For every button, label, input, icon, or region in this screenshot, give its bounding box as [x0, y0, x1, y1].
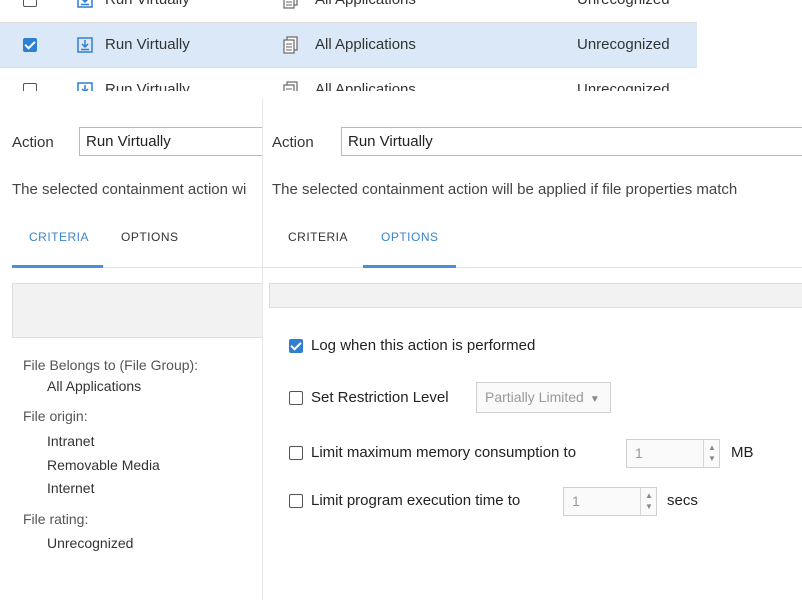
criteria-header-bar: [12, 283, 271, 338]
restriction-level-label: Set Restriction Level: [311, 389, 449, 406]
rules-table: Run Virtually All Applications Unrecogni…: [0, 0, 697, 91]
restriction-level-value: Partially Limited: [485, 389, 584, 405]
memory-limit-checkbox[interactable]: [289, 446, 303, 460]
row-action-label: Run Virtually: [105, 36, 190, 53]
row-action-label: Run Virtually: [105, 81, 190, 91]
memory-limit-stepper[interactable]: 1 ▲ ▼: [626, 439, 720, 468]
restriction-level-select[interactable]: Partially Limited ▼: [476, 382, 611, 413]
row-action-label: Run Virtually: [105, 0, 190, 8]
file-origin-item: Removable Media: [47, 457, 160, 473]
row-group-label: All Applications: [315, 36, 416, 53]
action-select[interactable]: Run Virtually: [341, 127, 802, 156]
action-description: The selected containment action will be …: [272, 181, 738, 198]
run-virtually-icon: [77, 0, 93, 8]
memory-limit-label: Limit maximum memory consumption to: [311, 444, 577, 461]
memory-unit: MB: [731, 444, 754, 461]
tab-options[interactable]: OPTIONS: [381, 230, 439, 244]
tab-criteria[interactable]: CRITERIA: [29, 230, 89, 244]
row-rating: Unrecognized: [577, 0, 670, 8]
action-select[interactable]: Run Virtually: [79, 127, 271, 156]
row-rating: Unrecognized: [577, 36, 670, 53]
stepper-arrows[interactable]: ▲ ▼: [703, 440, 719, 467]
row-group-label: All Applications: [315, 81, 416, 91]
options-header-bar: [269, 283, 802, 308]
log-action-checkbox[interactable]: [289, 339, 303, 353]
run-virtually-icon: [77, 37, 93, 53]
table-row[interactable]: Run Virtually All Applications Unrecogni…: [0, 23, 697, 68]
tab-divider: [263, 267, 802, 268]
table-row[interactable]: Run Virtually All Applications Unrecogni…: [0, 0, 697, 23]
row-checkbox[interactable]: [23, 0, 37, 7]
action-description: The selected containment action wi: [12, 181, 247, 198]
action-label: Action: [272, 134, 314, 151]
row-checkbox[interactable]: [23, 38, 37, 52]
chevron-up-icon[interactable]: ▲: [708, 443, 716, 452]
stepper-arrows[interactable]: ▲ ▼: [640, 488, 656, 515]
tab-active-indicator: [12, 265, 103, 268]
chevron-down-icon[interactable]: ▼: [708, 454, 716, 463]
file-group-value: All Applications: [47, 378, 142, 394]
chevron-up-icon[interactable]: ▲: [645, 491, 653, 500]
exec-time-label: Limit program execution time to: [311, 492, 521, 509]
file-origin-item: Internet: [47, 480, 95, 496]
memory-limit-value: 1: [635, 445, 643, 461]
table-row[interactable]: Run Virtually All Applications Unrecogni…: [0, 68, 697, 91]
exec-time-value: 1: [572, 493, 580, 509]
restriction-level-checkbox[interactable]: [289, 391, 303, 405]
log-action-label: Log when this action is performed: [311, 337, 536, 354]
tab-criteria[interactable]: CRITERIA: [288, 230, 348, 244]
exec-time-checkbox[interactable]: [289, 494, 303, 508]
file-rating-value: Unrecognized: [47, 535, 134, 551]
chevron-down-icon[interactable]: ▼: [645, 502, 653, 511]
file-group-icon: [283, 36, 298, 54]
exec-time-unit: secs: [667, 492, 698, 509]
row-checkbox[interactable]: [23, 83, 37, 91]
file-group-icon: [283, 81, 298, 91]
action-label: Action: [12, 134, 54, 151]
criteria-panel: Action Run Virtually The selected contai…: [0, 99, 272, 600]
file-group-icon: [283, 0, 298, 9]
file-origin-heading: File origin:: [23, 408, 88, 424]
row-group-label: All Applications: [315, 0, 416, 8]
row-rating: Unrecognized: [577, 81, 670, 91]
file-origin-item: Intranet: [47, 433, 95, 449]
file-rating-heading: File rating:: [23, 511, 89, 527]
exec-time-stepper[interactable]: 1 ▲ ▼: [563, 487, 657, 516]
run-virtually-icon: [77, 82, 93, 91]
options-panel: Action Run Virtually The selected contai…: [263, 99, 802, 600]
tab-active-indicator: [363, 265, 456, 268]
file-group-heading: File Belongs to (File Group):: [23, 357, 199, 373]
tab-options[interactable]: OPTIONS: [121, 230, 179, 244]
chevron-down-icon: ▼: [589, 394, 600, 405]
